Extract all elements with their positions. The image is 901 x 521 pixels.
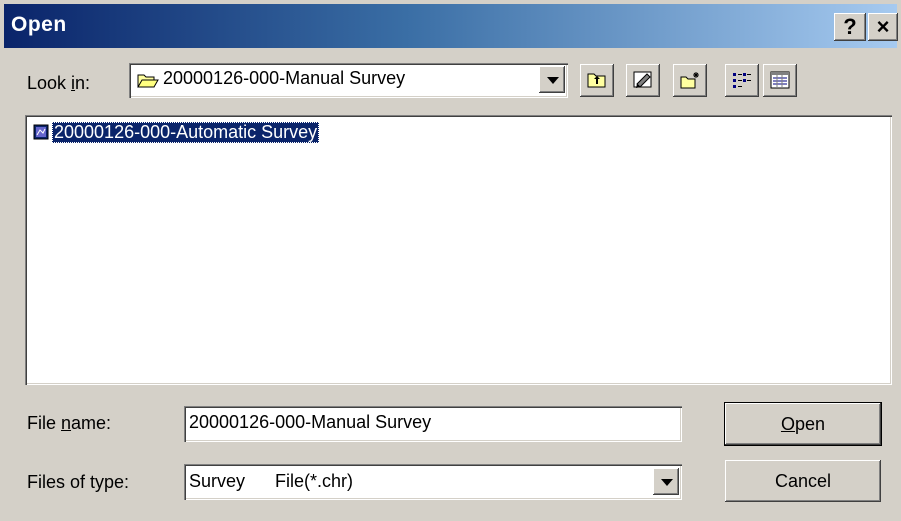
- open-dialog: Open ? × Look in: 20000126-000-Manual Su…: [0, 0, 901, 521]
- file-name-field[interactable]: 20000126-000-Manual Survey: [184, 406, 682, 442]
- new-folder-button[interactable]: [673, 64, 707, 97]
- close-icon: ×: [876, 14, 890, 39]
- up-one-level-icon: [587, 73, 606, 88]
- window-title: Open: [11, 13, 67, 36]
- file-name-label: File name:: [27, 413, 112, 433]
- file-item-label: 20000126-000-Automatic Survey: [52, 121, 320, 143]
- cancel-button[interactable]: Cancel: [725, 460, 881, 502]
- details-view-button[interactable]: [763, 64, 797, 97]
- title-bar[interactable]: Open ? ×: [4, 4, 898, 48]
- help-icon: ?: [843, 14, 857, 39]
- open-button-accel: O: [780, 414, 795, 434]
- desktop-icon: [633, 71, 652, 88]
- look-in-value: 20000126-000-Manual Survey: [163, 68, 406, 88]
- survey-file-icon: [33, 124, 49, 140]
- open-button-label: pen: [794, 414, 826, 434]
- open-button[interactable]: Open: [725, 403, 881, 445]
- cancel-button-label: Cancel: [774, 471, 832, 491]
- look-in-dropdown-button[interactable]: [539, 66, 565, 93]
- file-name-value: 20000126-000-Manual Survey: [189, 412, 432, 432]
- folder-open-icon: [137, 72, 159, 93]
- look-in-label: Look in:: [27, 73, 91, 93]
- list-view-button[interactable]: [725, 64, 759, 97]
- details-view-icon: [770, 71, 790, 89]
- help-button[interactable]: ?: [834, 13, 866, 41]
- desktop-button[interactable]: [626, 64, 660, 97]
- files-of-type-dropdown-button[interactable]: [653, 468, 679, 495]
- file-item[interactable]: 20000126-000-Automatic Survey: [33, 121, 320, 143]
- new-folder-icon: [680, 72, 699, 89]
- up-one-level-button[interactable]: [580, 64, 614, 97]
- files-of-type-label: Files of type:: [27, 472, 130, 492]
- files-of-type-combo[interactable]: Survey File(*.chr): [184, 464, 682, 500]
- list-view-icon: [733, 73, 751, 88]
- close-button[interactable]: ×: [868, 13, 898, 41]
- files-of-type-value: Survey File(*.chr): [189, 471, 354, 491]
- file-list[interactable]: 20000126-000-Automatic Survey: [25, 115, 892, 385]
- look-in-combo[interactable]: 20000126-000-Manual Survey: [129, 63, 568, 98]
